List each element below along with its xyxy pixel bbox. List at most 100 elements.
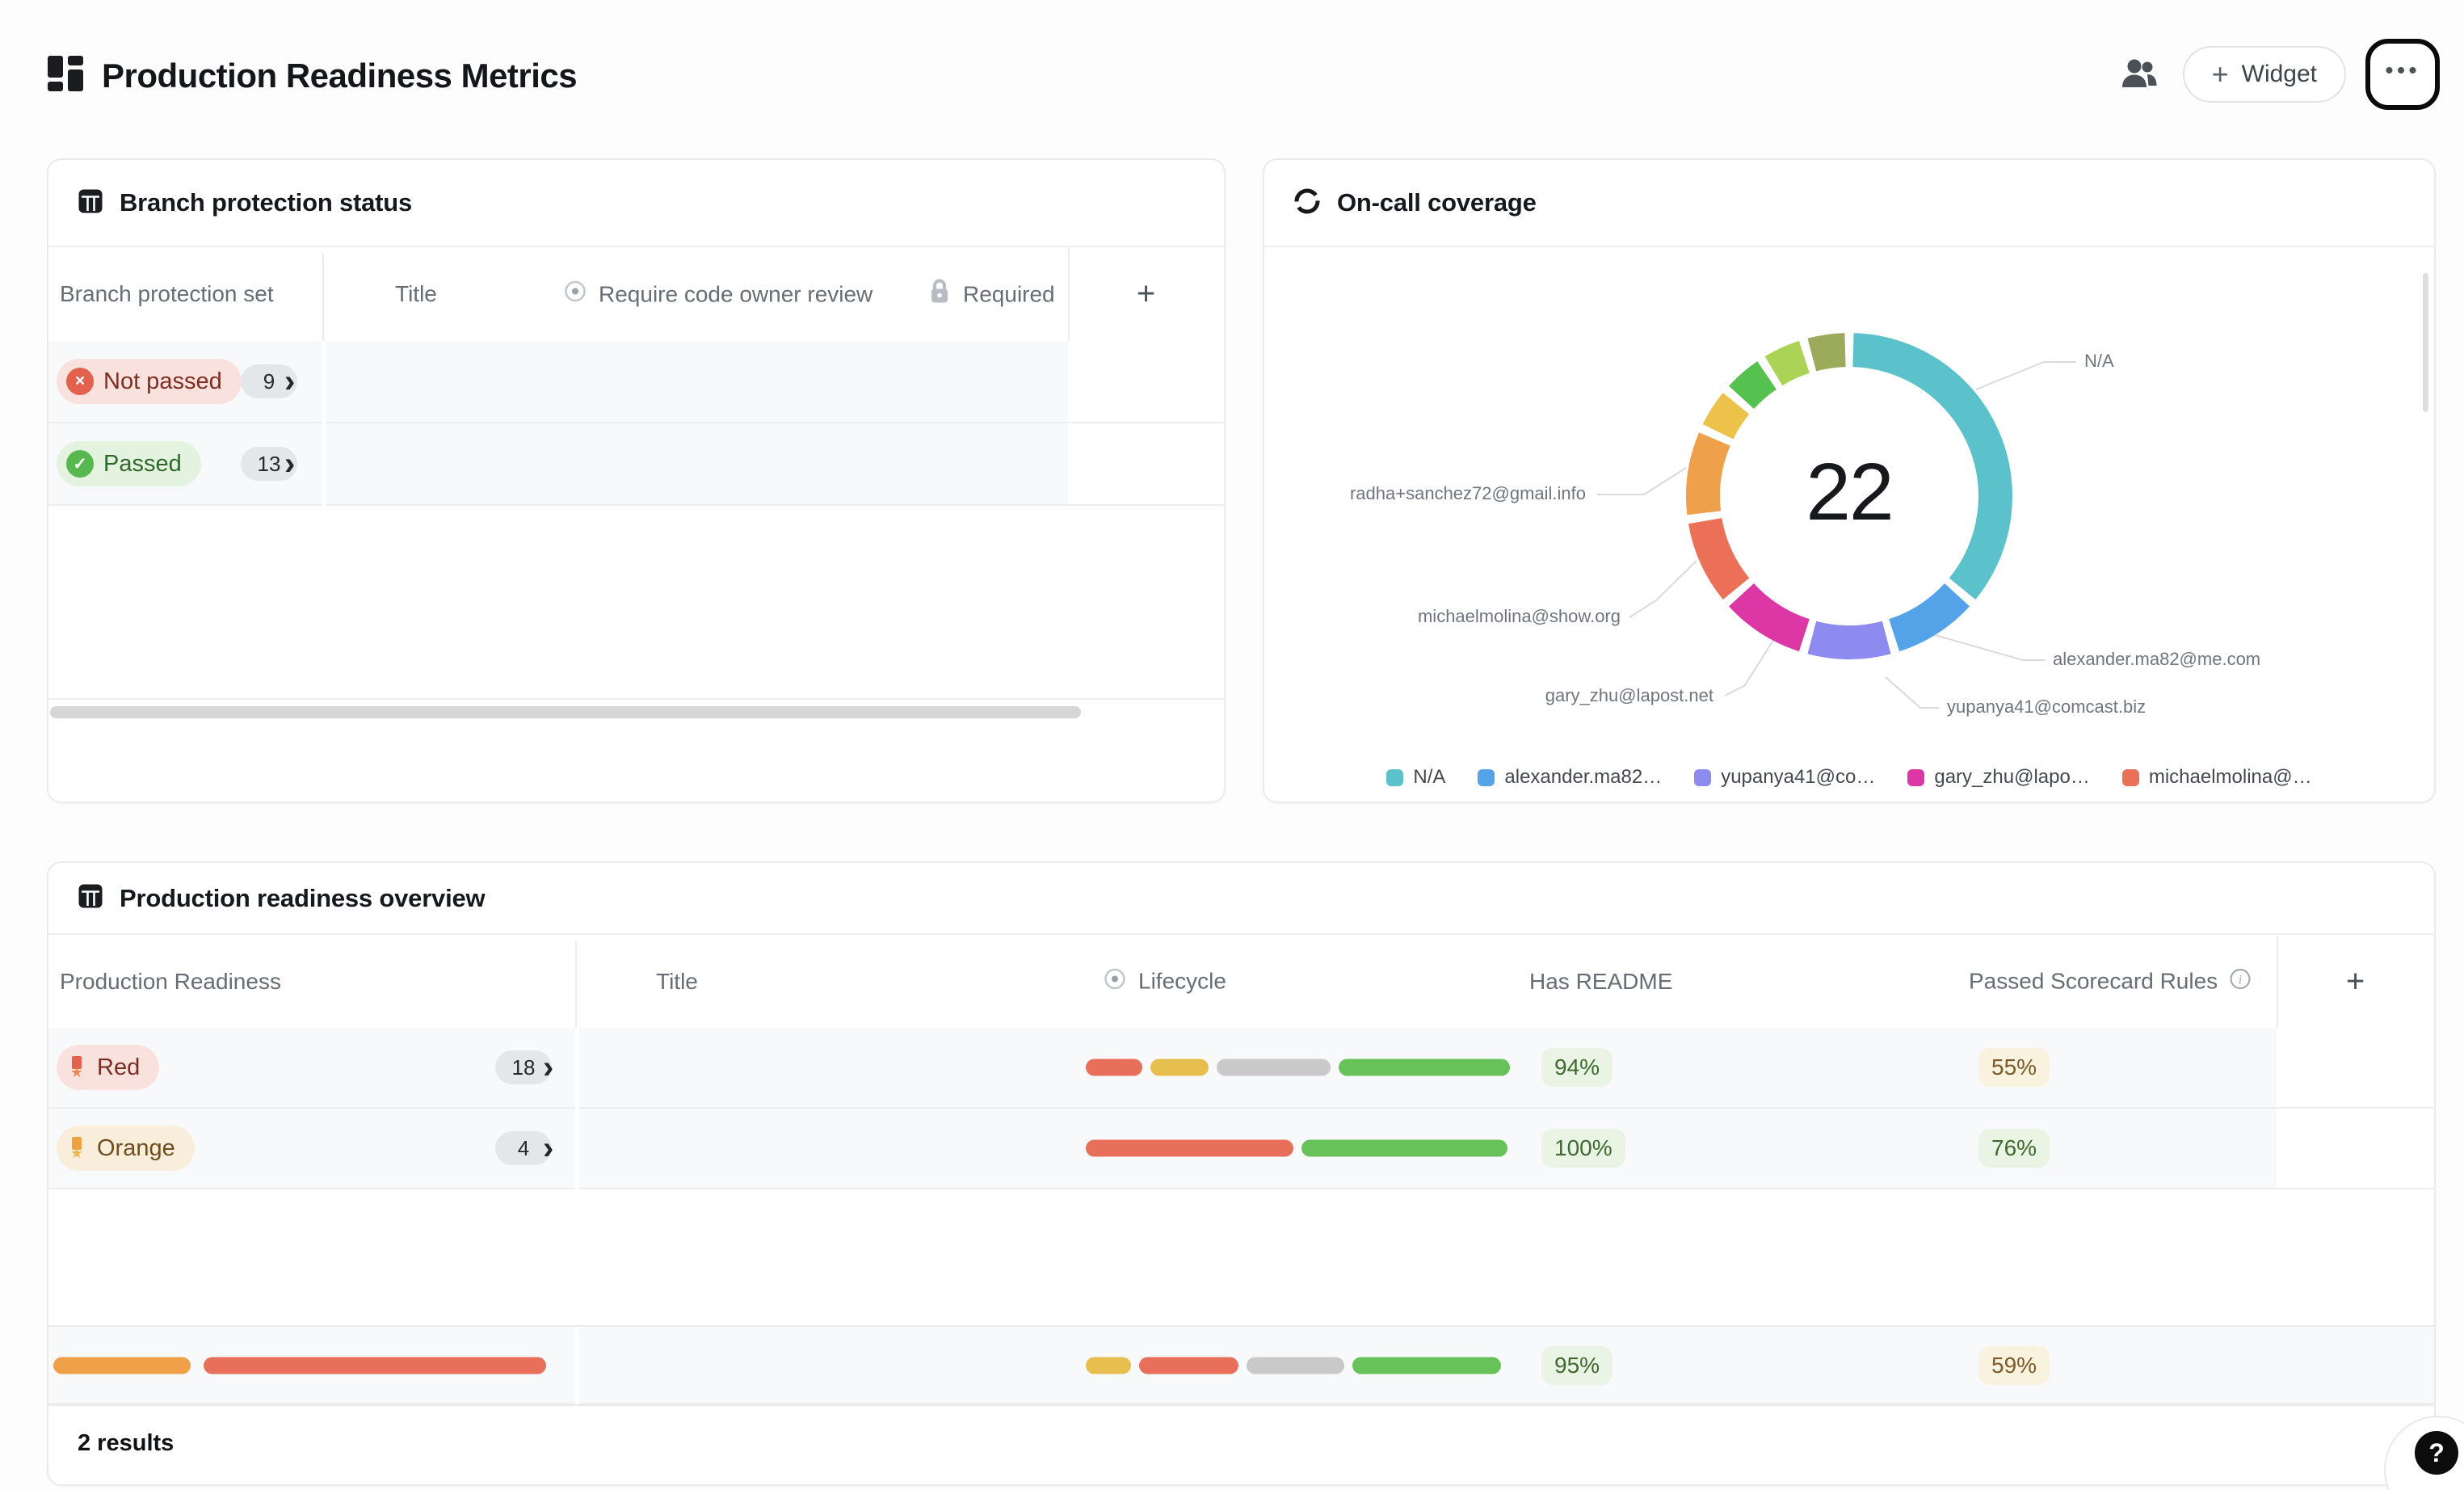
add-widget-label: Widget [2242,61,2317,88]
column-header-required[interactable]: Required [927,278,1055,311]
horizontal-scrollbar[interactable] [50,706,1081,718]
branch-protection-widget: Branch protection status Branch protecti… [47,158,1226,803]
bar-segment [1301,1140,1507,1157]
column-header-branch-protection-set[interactable]: Branch protection set [60,281,274,307]
chevron-right-icon[interactable]: › [543,1132,553,1164]
column-header-passed-scorecard-rules[interactable]: Passed Scorecard Rules i [1969,967,2252,995]
status-badge[interactable]: × Not passed [57,359,242,404]
legend-item[interactable]: yupanya41@co… [1694,766,1875,789]
readiness-badge[interactable]: ★ Red [57,1045,159,1090]
medal-icon: ★ [66,1056,87,1079]
status-label: Not passed [103,368,222,395]
legend-label: N/A [1413,766,1445,789]
donut-slice-9[interactable] [1812,350,1845,355]
column-header-title[interactable]: Title [656,969,698,995]
page-title: Production Readiness Metrics [102,57,577,95]
widget-title: Branch protection status [120,188,412,217]
legend-label: yupanya41@co… [1721,766,1875,789]
column-header-has-readme[interactable]: Has README [1529,969,1672,995]
add-column-icon[interactable]: + [1068,276,1224,313]
legend-swatch [1478,769,1495,786]
page-header: Production Readiness Metrics + Widget • [0,0,2464,154]
legend-label: gary_zhu@lapo… [1934,766,2089,789]
donut-slice-2[interactable] [1812,638,1886,642]
table-row[interactable]: × Not passed 9 › [48,341,1224,423]
table-row[interactable]: ★ Red 18 › 94% 55% [48,1028,2434,1109]
column-header-production-readiness[interactable]: Production Readiness [60,969,281,995]
readiness-label: Red [97,1054,140,1081]
bar-segment [1086,1140,1293,1157]
column-header-require-code-owner-review[interactable]: Require code owner review [563,280,872,309]
medal-icon: ★ [66,1137,87,1160]
vertical-scrollbar[interactable] [2423,273,2428,412]
summary-row: 95%59% [48,1325,2434,1406]
svg-text:i: i [2239,973,2242,987]
donut-slice-1[interactable] [1894,595,1957,635]
bar-segment [1086,1357,1131,1374]
column-header-title[interactable]: Title [395,281,437,307]
legend-label: alexander.ma82… [1504,766,1662,789]
legend-item[interactable]: N/A [1386,766,1445,789]
check-circle-icon: ✓ [66,450,94,478]
legend-item[interactable]: gary_zhu@lapo… [1907,766,2089,789]
more-options-button[interactable]: ••• [2365,39,2440,110]
branch-protection-rows: × Not passed 9 › ✓ Passed 13 › [48,341,1224,506]
status-badge[interactable]: ✓ Passed [57,441,201,486]
readiness-badge[interactable]: ★ Orange [57,1126,195,1171]
has-readme-summary: 95% [1541,1346,1613,1385]
chevron-right-icon[interactable]: › [543,1051,553,1084]
bar-segment [204,1357,546,1374]
legend-item[interactable]: alexander.ma82… [1478,766,1662,789]
legend-label: michaelmolina@… [2149,766,2312,789]
lifecycle-summary-bars [1086,1357,1501,1374]
bar-segment [1150,1059,1209,1076]
share-users-button[interactable] [2115,50,2163,99]
slice-label: yupanya41@comcast.biz [1947,697,2146,718]
bar-segment [1247,1357,1344,1374]
table-icon [78,883,103,913]
plus-icon: + [2212,60,2229,89]
lock-icon [927,278,952,311]
slice-label: michaelmolina@show.org [1418,606,1621,627]
readiness-rows: ★ Red 18 › 94% 55% ★ Orange 4 › 100% 76% [48,1028,2434,1189]
dashboard-icon [47,55,84,96]
table-row[interactable]: ★ Orange 4 › 100% 76% [48,1109,2434,1189]
dashboard-page: Production Readiness Metrics + Widget • [0,0,2464,1490]
column-header-lifecycle[interactable]: Lifecycle [1103,966,1226,996]
add-widget-button[interactable]: + Widget [2183,46,2346,103]
help-button[interactable]: ? [2415,1431,2458,1475]
legend-swatch [1907,769,1924,786]
donut-slice-6[interactable] [1718,403,1737,431]
status-label: Passed [103,451,182,478]
donut-slice-3[interactable] [1742,595,1805,635]
table-row[interactable]: ✓ Passed 13 › [48,423,1224,506]
donut-slice-8[interactable] [1773,357,1804,371]
donut-slice-7[interactable] [1742,376,1768,398]
readiness-distribution-bars [53,1357,546,1374]
radio-circle-icon [563,280,587,309]
table-header-row: Branch protection set Title Require code… [48,247,1224,341]
legend-swatch [1386,769,1403,786]
oncall-donut-chart: 22 N/A alexander.ma82@me.com yupanya41@c… [1264,160,2434,802]
readiness-label: Orange [97,1135,175,1162]
donut-slice-5[interactable] [1703,439,1714,512]
bar-segment [1086,1059,1142,1076]
chart-legend: N/A alexander.ma82… yupanya41@co… gary_z… [1264,761,2434,793]
info-icon: i [2229,967,2252,995]
people-icon [2121,58,2158,91]
radio-circle-icon [1103,966,1127,996]
legend-item[interactable]: michaelmolina@… [2122,766,2312,789]
add-column-icon[interactable]: + [2277,963,2434,1000]
x-circle-icon: × [66,368,94,395]
widget-title: Production readiness overview [120,884,485,913]
scorecard-rules-value: 55% [1978,1048,2050,1087]
chevron-right-icon[interactable]: › [284,365,295,398]
slice-label: N/A [2084,351,2114,372]
bar-segment [53,1357,191,1374]
has-readme-value: 94% [1541,1048,1613,1087]
table-icon [78,188,103,218]
bar-segment [1139,1357,1238,1374]
slice-label: radha+sanchez72@gmail.info [1350,483,1586,504]
chevron-right-icon[interactable]: › [284,448,295,480]
bar-segment [1339,1059,1510,1076]
